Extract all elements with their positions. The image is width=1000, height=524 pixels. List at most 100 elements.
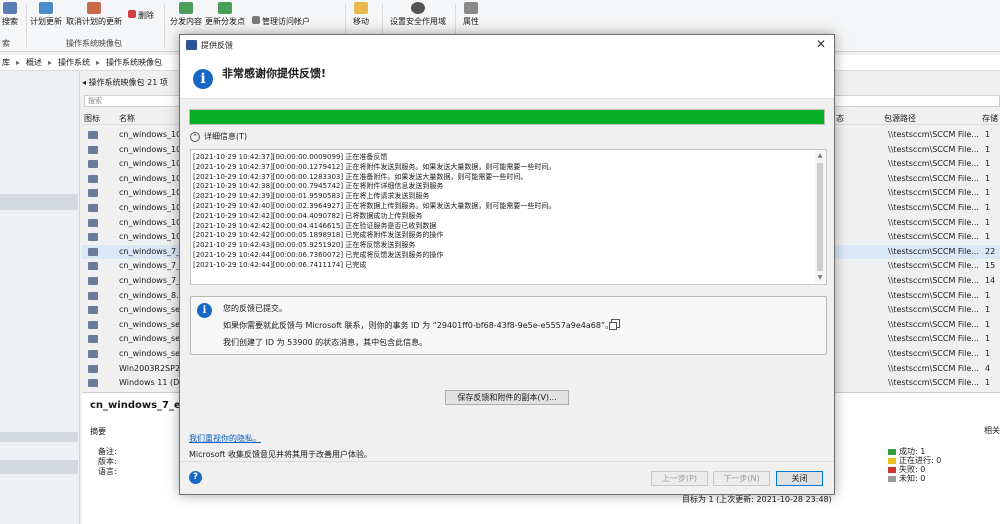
breadcrumb-item[interactable]: 概述 (26, 57, 42, 68)
dialog-body: ⌃ 详细信息(T) [2021-10-29 10:42:37][00:00:00… (180, 98, 834, 461)
legend-swatch (888, 475, 896, 482)
column-header-package-path[interactable]: 包源路径 (884, 113, 916, 124)
feedback-usage-text: Microsoft 收集反馈意见并将其用于改善用户体验。 (189, 450, 372, 459)
row-path: \\testsccm\SCCM File... (888, 319, 979, 329)
navigation-pane (0, 72, 80, 524)
copy-icon[interactable] (609, 319, 620, 330)
breadcrumb-item[interactable]: 库 (2, 57, 10, 68)
breadcrumb-item[interactable]: 操作系统 (58, 57, 90, 68)
row-name: cn_windows_10 (119, 144, 182, 154)
row-name: Win2003R2SP2 (119, 363, 181, 373)
dialog-footer: ? 上一步(P) 下一步(N) 关闭 (180, 461, 834, 494)
row-count: 1 (985, 159, 991, 169)
chevron-right-icon: ▸ (16, 58, 21, 67)
summary-tab[interactable]: 摘要 (90, 426, 106, 437)
move-button[interactable]: 移动 (353, 2, 369, 32)
list-header: ◂ 操作系统映像包 21 项 (82, 77, 168, 88)
cancel-scheduled-update-button[interactable]: 取消计划的更新 (66, 2, 122, 32)
log-textbox[interactable]: [2021-10-29 10:42:37][00:00:00.0009099] … (190, 149, 827, 285)
delete-button[interactable]: 删除 (128, 0, 154, 30)
submission-info-box: i 您的反馈已提交。 如果你需要就此反馈与 Microsoft 联系，则你的事务… (190, 296, 827, 355)
os-image-icon (88, 262, 98, 271)
ribbon-separator (26, 4, 27, 48)
row-name: cn_windows_8.1 (119, 290, 184, 300)
column-header-icon[interactable]: 图标 (84, 113, 100, 124)
collapse-arrow-icon[interactable]: ◂ (82, 78, 86, 87)
log-line: [2021-10-29 10:42:44][00:00:06.7360072] … (193, 250, 444, 259)
schedule-update-button[interactable]: 计划更新 (30, 2, 62, 32)
update-distribution-points-button[interactable]: 更新分发点 (205, 2, 245, 32)
dialog-titlebar[interactable]: 提供反馈 ✕ (180, 35, 834, 55)
row-name: cn_windows_10 (119, 188, 182, 198)
os-image-icon (88, 174, 98, 183)
scroll-down-arrow-icon[interactable]: ▼ (815, 273, 825, 283)
search-ribbon-button[interactable]: 搜索 (2, 2, 18, 32)
row-name: cn_windows_se (119, 305, 181, 315)
privacy-link[interactable]: 我们重视你的隐私。 (189, 433, 261, 444)
row-path: \\testsccm\SCCM File... (888, 217, 979, 227)
close-icon[interactable]: ✕ (814, 37, 828, 51)
row-path: \\testsccm\SCCM File... (888, 188, 979, 198)
row-path: \\testsccm\SCCM File... (888, 130, 979, 139)
row-path: \\testsccm\SCCM File... (888, 334, 979, 344)
submitted-message: 您的反馈已提交。 (223, 304, 287, 313)
search-icon (3, 2, 17, 14)
chevron-up-icon: ⌃ (190, 131, 200, 142)
row-path: \\testsccm\SCCM File... (888, 276, 979, 285)
row-count: 1 (985, 334, 991, 344)
os-image-icon (88, 218, 98, 227)
row-count: 14 (985, 276, 996, 285)
delete-icon (128, 10, 136, 18)
row-path: \\testsccm\SCCM File... (888, 349, 979, 358)
properties-button[interactable]: 属性 (463, 2, 479, 32)
manage-accounts-icon (252, 16, 260, 24)
row-path: \\testsccm\SCCM File... (888, 173, 979, 183)
legend-swatch (888, 457, 896, 464)
row-name: cn_windows_7_ (119, 276, 181, 285)
set-security-scope-button[interactable]: 设置安全作用域 (390, 2, 446, 32)
column-header-status[interactable]: 态 (836, 113, 844, 124)
info-icon: i (193, 69, 213, 89)
column-header-name[interactable]: 名称 (119, 113, 135, 124)
details-toggle-label: 详细信息(T) (204, 132, 248, 141)
nav-section[interactable] (0, 432, 78, 442)
log-line: [2021-10-29 10:42:42][00:00:04.4146615] … (193, 221, 437, 230)
row-path: \\testsccm\SCCM File... (888, 246, 979, 256)
nav-item-selected[interactable] (0, 194, 78, 210)
details-toggle[interactable]: ⌃ 详细信息(T) (190, 131, 247, 142)
manage-access-accounts-button[interactable]: 管理访问帐户 (252, 6, 310, 36)
log-line: [2021-10-29 10:42:42][00:00:05.1898918] … (193, 231, 444, 240)
row-name: cn_windows_se (119, 319, 181, 329)
os-image-icon (88, 277, 98, 285)
help-icon[interactable]: ? (189, 471, 202, 484)
log-line: [2021-10-29 10:42:42][00:00:04.4090782] … (193, 211, 423, 220)
distribute-icon (179, 2, 193, 14)
column-header-storage[interactable]: 存储 (982, 113, 998, 124)
row-name: cn_windows_10 (119, 159, 182, 169)
row-count: 1 (985, 217, 991, 227)
log-line: [2021-10-29 10:42:44][00:00:06.7411174] … (193, 260, 367, 269)
row-name: cn_windows_7_ (119, 246, 181, 256)
breadcrumb-item[interactable]: 操作系统映像包 (106, 57, 162, 68)
properties-icon (464, 2, 478, 14)
row-name: cn_windows_se (119, 349, 181, 358)
progress-bar (189, 109, 825, 125)
nav-section[interactable] (0, 460, 78, 474)
os-image-icon (88, 291, 98, 300)
cancel-schedule-icon (87, 2, 101, 14)
os-image-icon (88, 350, 98, 358)
row-name: cn_windows_10 (119, 217, 182, 227)
next-button[interactable]: 下一步(N) (713, 471, 770, 486)
legend-swatch (888, 448, 896, 455)
distribute-content-button[interactable]: 分发内容 (170, 2, 202, 32)
scroll-up-arrow-icon[interactable]: ▲ (815, 151, 825, 161)
scrollbar-thumb[interactable] (817, 163, 823, 271)
os-image-icon (88, 145, 98, 154)
previous-button[interactable]: 上一步(P) (651, 471, 708, 486)
folder-move-icon (354, 2, 368, 14)
close-button[interactable]: 关闭 (776, 471, 823, 486)
save-feedback-copy-button[interactable]: 保存反馈和附件的副本(V)... (445, 390, 569, 405)
log-scrollbar[interactable]: ▲ ▼ (815, 151, 825, 283)
ribbon-group-label: 操作系统映像包 (66, 39, 122, 48)
row-name: cn_windows_10 (119, 232, 182, 242)
